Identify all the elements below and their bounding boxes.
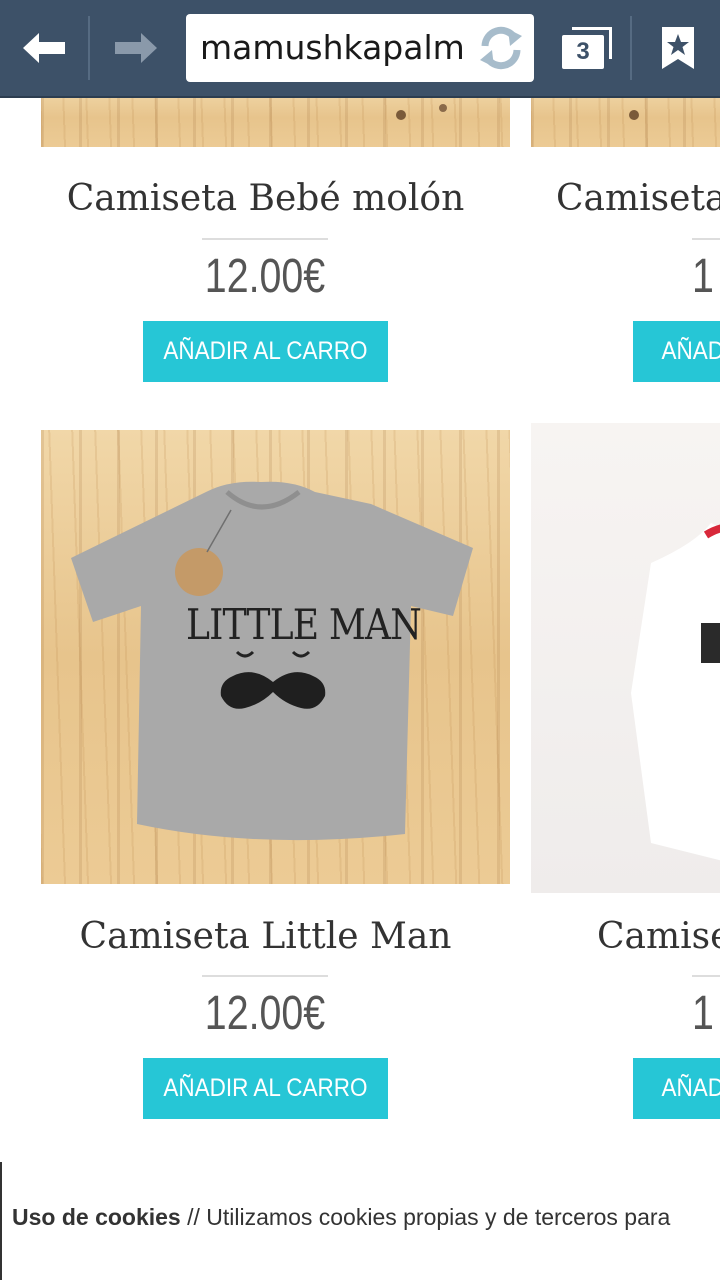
product-price: 12.00€: [204, 987, 326, 1040]
product-image[interactable]: [41, 98, 510, 147]
toolbar-separator: [88, 16, 90, 80]
forward-arrow-icon: [115, 33, 157, 63]
add-to-cart-button[interactable]: AÑADIR AL CARRO: [143, 321, 388, 382]
cookie-text: Uso de cookies // Utilizamos cookies pro…: [12, 1204, 670, 1231]
url-text: mamushkapalm: [200, 28, 465, 67]
bookmark-button[interactable]: [636, 0, 720, 96]
cookie-message: // Utilizamos cookies propias y de terce…: [180, 1204, 671, 1230]
product-price: 12.00€: [204, 250, 326, 303]
reload-icon: [480, 26, 522, 70]
back-arrow-icon: [23, 33, 65, 63]
product-image[interactable]: LITTLE MAN: [41, 430, 510, 884]
add-to-cart-button[interactable]: AÑAD: [633, 321, 720, 382]
add-to-cart-button[interactable]: AÑAD: [633, 1058, 720, 1119]
product-price: 1: [692, 250, 714, 303]
tabs-icon: 3: [562, 27, 614, 69]
add-to-cart-label: AÑAD: [661, 337, 720, 365]
tab-count: 3: [576, 38, 590, 65]
address-bar[interactable]: mamushkapalm: [186, 14, 534, 82]
cookie-banner: Uso de cookies // Utilizamos cookies pro…: [0, 1162, 720, 1280]
forward-button[interactable]: [92, 0, 180, 96]
tshirt-illustration: [631, 523, 720, 861]
cookie-heading: Uso de cookies: [12, 1204, 181, 1230]
add-to-cart-label: AÑADIR AL CARRO: [163, 1074, 368, 1102]
toolbar-separator: [630, 16, 632, 80]
browser-toolbar: mamushkapalm 3: [0, 0, 720, 98]
bookmark-star-icon: [662, 27, 694, 69]
product-price: 1: [692, 987, 714, 1040]
mustache-icon: [220, 650, 326, 709]
add-to-cart-label: AÑADIR AL CARRO: [163, 337, 368, 365]
product-title[interactable]: Camise: [597, 916, 720, 957]
product-title[interactable]: Camiseta: [556, 178, 720, 219]
divider: [202, 238, 328, 240]
product-grid: Camiseta Bebé molón 12.00€ AÑADIR AL CAR…: [0, 98, 720, 1162]
back-button[interactable]: [0, 0, 88, 96]
product-image[interactable]: [531, 423, 720, 893]
tabs-button[interactable]: 3: [552, 0, 624, 96]
add-to-cart-button[interactable]: AÑADIR AL CARRO: [143, 1058, 388, 1119]
product-image[interactable]: [531, 98, 720, 147]
divider: [692, 238, 720, 240]
divider: [202, 975, 328, 977]
product-title[interactable]: Camiseta Little Man: [41, 916, 490, 957]
divider: [692, 975, 720, 977]
reload-button[interactable]: [476, 24, 526, 72]
add-to-cart-label: AÑAD: [661, 1074, 720, 1102]
product-title[interactable]: Camiseta Bebé molón: [41, 178, 490, 219]
